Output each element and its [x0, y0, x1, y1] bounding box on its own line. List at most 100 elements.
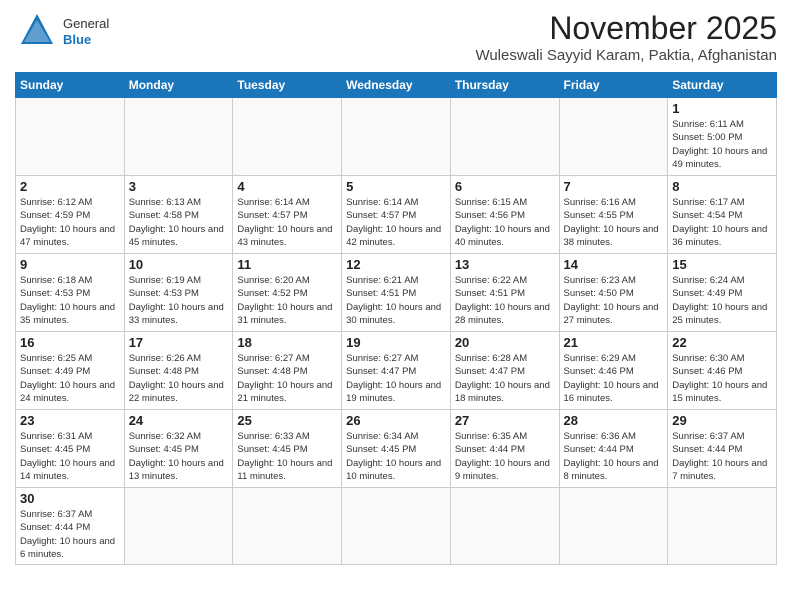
logo-icon [15, 10, 59, 54]
calendar-cell: 24Sunrise: 6:32 AM Sunset: 4:45 PM Dayli… [124, 410, 233, 488]
day-number: 19 [346, 335, 446, 350]
day-number: 13 [455, 257, 555, 272]
calendar-cell [342, 488, 451, 565]
calendar-cell: 28Sunrise: 6:36 AM Sunset: 4:44 PM Dayli… [559, 410, 668, 488]
calendar-cell: 7 Sunrise: 6:16 AM Sunset: 4:55 PM Daylig… [559, 176, 668, 254]
header-friday: Friday [559, 73, 668, 98]
cell-content: Sunrise: 6:29 AM Sunset: 4:46 PM Dayligh… [564, 352, 664, 405]
calendar-cell: 13 Sunrise: 6:22 AM Sunset: 4:51 PM Dayli… [450, 254, 559, 332]
day-number: 1 [672, 101, 772, 116]
calendar-week-row: 2 Sunrise: 6:12 AM Sunset: 4:59 PM Daylig… [16, 176, 777, 254]
cell-content: Sunrise: 6:16 AM Sunset: 4:55 PM Dayligh… [564, 196, 664, 249]
calendar-cell: 29 Sunrise: 6:37 AM Sunset: 4:44 PM Dayli… [668, 410, 777, 488]
day-number: 26 [346, 413, 446, 428]
cell-content: Sunrise: 6:23 AM Sunset: 4:50 PM Dayligh… [564, 274, 664, 327]
cell-content: Sunrise: 6:17 AM Sunset: 4:54 PM Dayligh… [672, 196, 772, 249]
day-number: 28 [564, 413, 664, 428]
calendar-cell: 22 Sunrise: 6:30 AM Sunset: 4:46 PM Dayli… [668, 332, 777, 410]
calendar-week-row: 23Sunrise: 6:31 AM Sunset: 4:45 PM Dayli… [16, 410, 777, 488]
calendar-cell [233, 98, 342, 176]
cell-content: Sunrise: 6:25 AM Sunset: 4:49 PM Dayligh… [20, 352, 120, 405]
header-saturday: Saturday [668, 73, 777, 98]
logo-general: General [63, 16, 109, 32]
calendar-cell [124, 98, 233, 176]
calendar-table: SundayMondayTuesdayWednesdayThursdayFrid… [15, 72, 777, 565]
calendar-cell: 3 Sunrise: 6:13 AM Sunset: 4:58 PM Daylig… [124, 176, 233, 254]
cell-content: Sunrise: 6:30 AM Sunset: 4:46 PM Dayligh… [672, 352, 772, 405]
header-thursday: Thursday [450, 73, 559, 98]
header-sunday: Sunday [16, 73, 125, 98]
calendar-cell: 27Sunrise: 6:35 AM Sunset: 4:44 PM Dayli… [450, 410, 559, 488]
month-title: November 2025 [475, 10, 777, 47]
cell-content: Sunrise: 6:12 AM Sunset: 4:59 PM Dayligh… [20, 196, 120, 249]
calendar-cell [559, 98, 668, 176]
cell-content: Sunrise: 6:37 AM Sunset: 4:44 PM Dayligh… [672, 430, 772, 483]
day-number: 3 [129, 179, 229, 194]
cell-content: Sunrise: 6:27 AM Sunset: 4:47 PM Dayligh… [346, 352, 446, 405]
calendar-cell [450, 98, 559, 176]
day-number: 12 [346, 257, 446, 272]
day-number: 5 [346, 179, 446, 194]
day-number: 17 [129, 335, 229, 350]
calendar-cell: 21 Sunrise: 6:29 AM Sunset: 4:46 PM Dayli… [559, 332, 668, 410]
day-number: 22 [672, 335, 772, 350]
calendar-cell: 23Sunrise: 6:31 AM Sunset: 4:45 PM Dayli… [16, 410, 125, 488]
calendar-cell: 17 Sunrise: 6:26 AM Sunset: 4:48 PM Dayli… [124, 332, 233, 410]
header-wednesday: Wednesday [342, 73, 451, 98]
day-number: 4 [237, 179, 337, 194]
calendar-cell: 14 Sunrise: 6:23 AM Sunset: 4:50 PM Dayli… [559, 254, 668, 332]
cell-content: Sunrise: 6:15 AM Sunset: 4:56 PM Dayligh… [455, 196, 555, 249]
calendar-cell: 30 Sunrise: 6:37 AM Sunset: 4:44 PM Dayli… [16, 488, 125, 565]
cell-content: Sunrise: 6:22 AM Sunset: 4:51 PM Dayligh… [455, 274, 555, 327]
header-monday: Monday [124, 73, 233, 98]
cell-content: Sunrise: 6:37 AM Sunset: 4:44 PM Dayligh… [20, 508, 120, 561]
day-number: 7 [564, 179, 664, 194]
cell-content: Sunrise: 6:33 AM Sunset: 4:45 PM Dayligh… [237, 430, 337, 483]
calendar-cell: 18Sunrise: 6:27 AM Sunset: 4:48 PM Dayli… [233, 332, 342, 410]
calendar-cell: 15 Sunrise: 6:24 AM Sunset: 4:49 PM Dayli… [668, 254, 777, 332]
calendar-cell: 9Sunrise: 6:18 AM Sunset: 4:53 PM Daylig… [16, 254, 125, 332]
cell-content: Sunrise: 6:21 AM Sunset: 4:51 PM Dayligh… [346, 274, 446, 327]
cell-content: Sunrise: 6:24 AM Sunset: 4:49 PM Dayligh… [672, 274, 772, 327]
day-number: 8 [672, 179, 772, 194]
calendar-week-row: 30 Sunrise: 6:37 AM Sunset: 4:44 PM Dayli… [16, 488, 777, 565]
logo: General Blue [15, 10, 109, 54]
calendar-cell [233, 488, 342, 565]
calendar-cell: 12 Sunrise: 6:21 AM Sunset: 4:51 PM Dayli… [342, 254, 451, 332]
cell-content: Sunrise: 6:14 AM Sunset: 4:57 PM Dayligh… [346, 196, 446, 249]
calendar-cell [559, 488, 668, 565]
calendar-cell [124, 488, 233, 565]
cell-content: Sunrise: 6:28 AM Sunset: 4:47 PM Dayligh… [455, 352, 555, 405]
cell-content: Sunrise: 6:31 AM Sunset: 4:45 PM Dayligh… [20, 430, 120, 483]
day-number: 29 [672, 413, 772, 428]
calendar-cell: 5 Sunrise: 6:14 AM Sunset: 4:57 PM Daylig… [342, 176, 451, 254]
page-header: General Blue November 2025 Wuleswali Say… [15, 10, 777, 64]
calendar-week-row: 16Sunrise: 6:25 AM Sunset: 4:49 PM Dayli… [16, 332, 777, 410]
cell-content: Sunrise: 6:19 AM Sunset: 4:53 PM Dayligh… [129, 274, 229, 327]
calendar-cell [668, 488, 777, 565]
day-number: 21 [564, 335, 664, 350]
day-number: 9 [20, 257, 120, 272]
cell-content: Sunrise: 6:32 AM Sunset: 4:45 PM Dayligh… [129, 430, 229, 483]
day-number: 25 [237, 413, 337, 428]
cell-content: Sunrise: 6:26 AM Sunset: 4:48 PM Dayligh… [129, 352, 229, 405]
day-number: 14 [564, 257, 664, 272]
day-number: 20 [455, 335, 555, 350]
calendar-cell: 8 Sunrise: 6:17 AM Sunset: 4:54 PM Daylig… [668, 176, 777, 254]
calendar-cell: 20 Sunrise: 6:28 AM Sunset: 4:47 PM Dayli… [450, 332, 559, 410]
day-number: 11 [237, 257, 337, 272]
calendar-cell: 2 Sunrise: 6:12 AM Sunset: 4:59 PM Daylig… [16, 176, 125, 254]
calendar-week-row: 9Sunrise: 6:18 AM Sunset: 4:53 PM Daylig… [16, 254, 777, 332]
calendar-cell [16, 98, 125, 176]
day-number: 30 [20, 491, 120, 506]
calendar-cell: 1Sunrise: 6:11 AM Sunset: 5:00 PM Daylig… [668, 98, 777, 176]
location-title: Wuleswali Sayyid Karam, Paktia, Afghanis… [475, 47, 777, 64]
calendar-cell: 10Sunrise: 6:19 AM Sunset: 4:53 PM Dayli… [124, 254, 233, 332]
day-number: 15 [672, 257, 772, 272]
calendar-cell: 19 Sunrise: 6:27 AM Sunset: 4:47 PM Dayli… [342, 332, 451, 410]
day-number: 2 [20, 179, 120, 194]
cell-content: Sunrise: 6:35 AM Sunset: 4:44 PM Dayligh… [455, 430, 555, 483]
cell-content: Sunrise: 6:13 AM Sunset: 4:58 PM Dayligh… [129, 196, 229, 249]
calendar-week-row: 1Sunrise: 6:11 AM Sunset: 5:00 PM Daylig… [16, 98, 777, 176]
calendar-header-row: SundayMondayTuesdayWednesdayThursdayFrid… [16, 73, 777, 98]
